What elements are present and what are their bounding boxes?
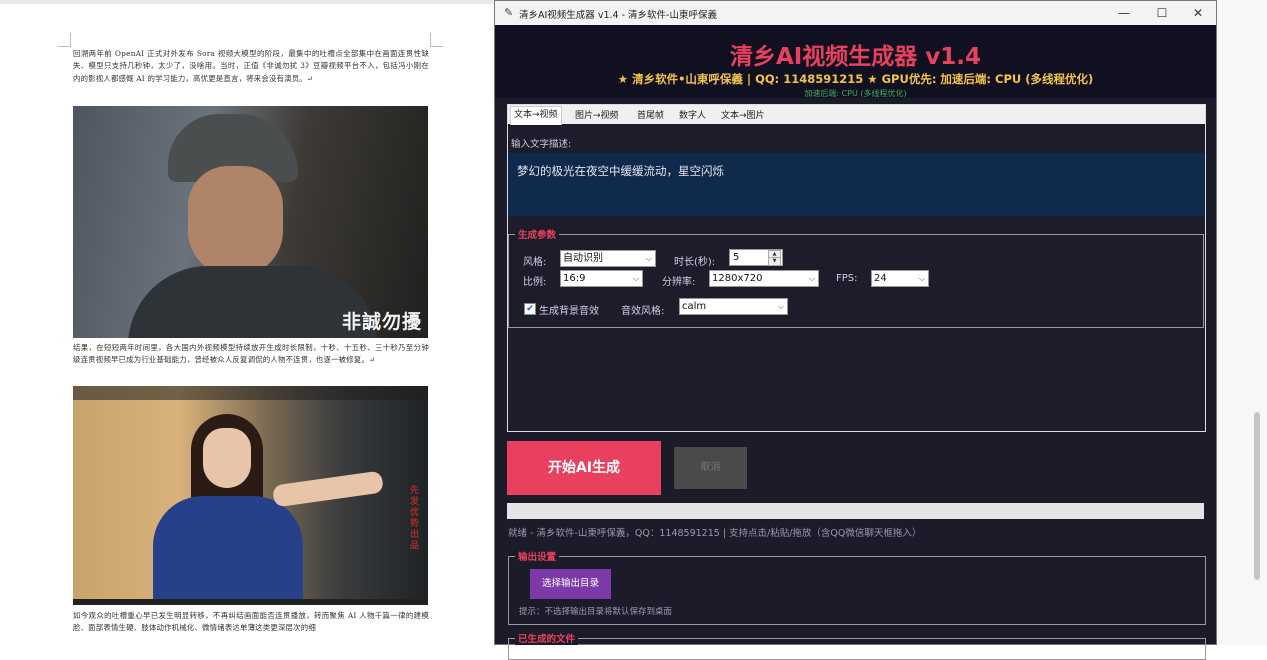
- tab-bar: 文本→视频 图片→视频 首尾帧 数字人 文本→图片: [508, 105, 1205, 125]
- photo-girl-body: [153, 496, 303, 605]
- bgm-label: 生成背景音效: [539, 306, 599, 317]
- chevron-down-icon: ⌵: [777, 302, 784, 311]
- generated-files-group: 已生成的文件: [508, 631, 1206, 660]
- close-button[interactable]: ✕: [1181, 3, 1215, 23]
- output-hint: 提示：不选择输出目录将默认保存到桌面: [519, 607, 673, 617]
- params-legend: 生成参数: [515, 227, 560, 241]
- style-value: 自动识别: [563, 253, 603, 264]
- prompt-textarea[interactable]: 梦幻的极光在夜空中缓缓流动，星空闪烁: [508, 153, 1205, 216]
- fps-label: FPS:: [836, 273, 858, 284]
- chevron-down-icon: ⌵: [645, 254, 652, 263]
- window-title: 清乡AI视频生成器 v1.4 - 清乡软件-山東呼保義: [519, 10, 717, 21]
- tab-text-to-image[interactable]: 文本→图片: [718, 108, 768, 124]
- fps-value: 24: [874, 273, 887, 284]
- document-photo-man: 非誠勿擾: [73, 106, 428, 338]
- chevron-down-icon: ⌵: [918, 274, 925, 283]
- document-paragraph-3: 如今观众的吐槽重心早已发生明显转移，不再纠结画面能否连贯播放，转而聚焦 AI 人…: [73, 611, 429, 633]
- margin-mark: [58, 46, 71, 47]
- prompt-text: 梦幻的极光在夜空中缓缓流动，星空闪烁: [517, 164, 724, 178]
- app-subtitle: ★ 清乡软件•山東呼保義 | QQ: 1148591215 ★ GPU优先: 加…: [617, 72, 1094, 86]
- document-top-bar: [0, 0, 494, 4]
- output-settings-group: 输出设置 选择输出目录 提示：不选择输出目录将默认保存到桌面: [508, 549, 1206, 625]
- progress-bar: [507, 503, 1204, 519]
- files-legend: 已生成的文件: [515, 631, 579, 645]
- document-page: 回溯两年前 OpenAI 正式对外发布 Sora 视频大模型的阶段，最集中的吐槽…: [0, 0, 494, 645]
- feather-icon: ✎: [504, 6, 514, 19]
- output-legend: 输出设置: [515, 549, 560, 563]
- photo-bottom-bar: [73, 599, 428, 605]
- document-paragraph-2: 结果，在短短两年时间里，各大国内外视频模型持续放开生成时长限制，十秒、十五秒、三…: [73, 343, 429, 365]
- style-label: 风格:: [523, 257, 547, 268]
- choose-output-dir-button[interactable]: 选择输出目录: [530, 569, 611, 599]
- resolution-label: 分辨率:: [662, 277, 696, 288]
- tab-first-last-frame[interactable]: 首尾帧: [634, 108, 667, 124]
- tab-digital-human[interactable]: 数字人: [676, 108, 709, 124]
- spin-down-icon[interactable]: ▼: [768, 257, 781, 266]
- photo-girl-face: [203, 428, 251, 488]
- cancel-button[interactable]: 取消: [674, 447, 747, 489]
- ratio-value: 16:9: [563, 273, 586, 284]
- resolution-value: 1280x720: [712, 273, 763, 284]
- margin-mark: [430, 33, 431, 47]
- resolution-select[interactable]: 1280x720 ⌵: [709, 270, 819, 287]
- photo-girl-arm: [272, 470, 384, 508]
- bgm-checkbox[interactable]: ✔: [524, 303, 536, 315]
- duration-spinbox[interactable]: 5 ▲ ▼: [729, 249, 783, 266]
- prompt-label: 输入文字描述:: [511, 139, 572, 150]
- sfx-select[interactable]: calm ⌵: [679, 298, 788, 315]
- style-select[interactable]: 自动识别 ⌵: [560, 250, 656, 267]
- margin-mark: [70, 33, 71, 47]
- app-window: ✎ 清乡AI视频生成器 v1.4 - 清乡软件-山東呼保義 — ☐ ✕ 清乡AI…: [494, 0, 1217, 660]
- title-bar[interactable]: ✎ 清乡AI视频生成器 v1.4 - 清乡软件-山東呼保義 — ☐ ✕: [495, 1, 1216, 25]
- photo-man-body: [128, 266, 378, 338]
- duration-value: 5: [733, 252, 740, 263]
- maximize-button[interactable]: ☐: [1145, 3, 1179, 23]
- fps-select[interactable]: 24 ⌵: [871, 270, 929, 287]
- start-generate-button[interactable]: 开始AI生成: [507, 441, 661, 495]
- chevron-down-icon: ⌵: [632, 274, 639, 283]
- tab-text-to-video[interactable]: 文本→视频: [510, 106, 562, 125]
- chevron-down-icon: ⌵: [808, 274, 815, 283]
- app-title: 清乡AI视频生成器 v1.4: [729, 44, 982, 70]
- sfx-label: 音效风格:: [621, 306, 665, 317]
- backend-status: 加速后端: CPU (多线程优化): [804, 89, 907, 98]
- params-group: 生成参数 风格: 自动识别 ⌵ 时长(秒): 5 ▲ ▼ 比例: 16:9 ⌵ …: [508, 227, 1204, 328]
- document-paragraph-1: 回溯两年前 OpenAI 正式对外发布 Sora 视频大模型的阶段，最集中的吐槽…: [73, 49, 429, 83]
- minimize-button[interactable]: —: [1107, 3, 1141, 23]
- photo-vertical-text: 先发优势出品: [410, 486, 420, 551]
- document-photo-girl: 先发优势出品: [73, 386, 428, 605]
- ratio-select[interactable]: 16:9 ⌵: [560, 270, 643, 287]
- photo-man-face: [188, 166, 283, 276]
- margin-mark: [430, 46, 443, 47]
- tab-image-to-video[interactable]: 图片→视频: [572, 108, 622, 124]
- status-text: 就绪 - 清乡软件-山東呼保義，QQ：1148591215 | 支持点击/粘贴/…: [508, 528, 922, 539]
- main-panel: 文本→视频 图片→视频 首尾帧 数字人 文本→图片 输入文字描述: 梦幻的极光在…: [507, 104, 1206, 432]
- ratio-label: 比例:: [523, 277, 547, 288]
- duration-label: 时长(秒):: [674, 257, 716, 268]
- photo-overlay-strip: [73, 386, 428, 400]
- sfx-value: calm: [682, 301, 707, 312]
- app-header: 清乡AI视频生成器 v1.4 ★ 清乡软件•山東呼保義 | QQ: 114859…: [495, 25, 1216, 98]
- photo-caption: 非誠勿擾: [341, 311, 422, 333]
- document-scrollbar-thumb[interactable]: [1254, 412, 1260, 580]
